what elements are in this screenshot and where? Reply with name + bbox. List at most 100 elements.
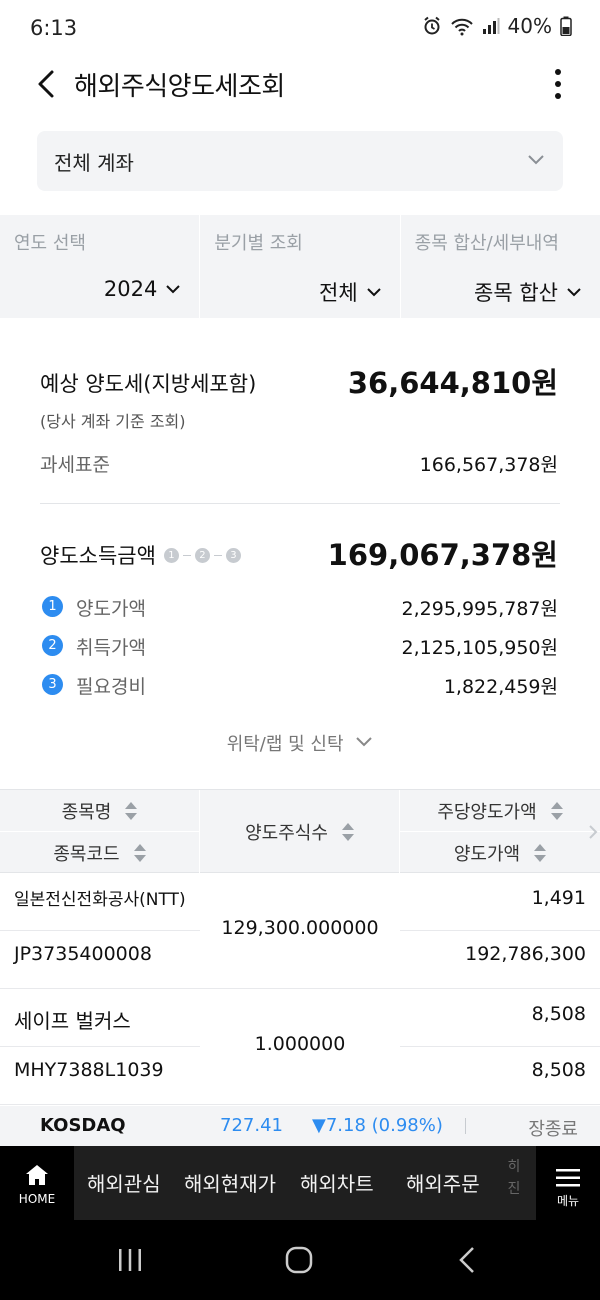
sort-icon [133, 844, 146, 862]
header-sale-value[interactable]: 양도가액 [400, 832, 600, 874]
per-share-price: 1,491 [531, 887, 586, 909]
sale-amount-row: 1 양도가액 2,295,995,787원 [40, 590, 560, 622]
market-status: 장종료 [528, 1119, 578, 1140]
filter-aggregation-value: 종목 합산 [474, 281, 558, 305]
stock-code: JP3735400008 [14, 943, 152, 965]
system-nav [0, 1220, 600, 1300]
home-circle-icon[interactable] [284, 1246, 314, 1274]
capital-gain-value: 169,067,378원 [327, 538, 558, 572]
page-title: 해외주식양도세조회 [74, 72, 285, 102]
scroll-right-icon[interactable] [588, 824, 598, 840]
ticker-index-name: KOSDAQ [40, 1115, 126, 1136]
step-1-icon: 1 [163, 547, 179, 563]
more-vertical-icon [555, 69, 561, 99]
nav-menu[interactable]: 메뉴 [536, 1146, 600, 1220]
expected-tax-value: 36,644,810원 [347, 366, 558, 400]
expected-tax-note: (당사 계좌 기준 조회) [40, 412, 186, 431]
divider [40, 503, 560, 504]
nav-partial-item[interactable]: 히진 [502, 1156, 526, 1200]
table-row[interactable]: 일본전신전화공사(NTT) JP3735400008 129,300.00000… [0, 873, 600, 989]
back-icon[interactable] [456, 1246, 480, 1274]
number-3-icon: 3 [42, 674, 63, 695]
nav-menu-label: 메뉴 [556, 1194, 580, 1208]
sale-value: 192,786,300 [465, 943, 586, 965]
nav-overseas-quote[interactable]: 해외현재가 [184, 1168, 276, 1197]
more-options-button[interactable] [546, 64, 570, 104]
filter-aggregation-caption: 종목 합산/세부내역 [414, 233, 559, 254]
status-time: 6:13 [30, 16, 78, 40]
account-dropdown-label: 전체 계좌 [54, 151, 134, 175]
market-ticker[interactable]: KOSDAQ 727.41 ▼7.18 (0.98%) 장종료 [0, 1106, 600, 1146]
acquisition-amount-value: 2,125,105,950원 [401, 637, 558, 659]
sort-icon [550, 801, 563, 820]
filter-aggregation[interactable]: 종목 합산/세부내역 종목 합산 [401, 215, 600, 318]
stock-code: MHY7388L1039 [14, 1059, 164, 1081]
expenses-value: 1,822,459원 [443, 676, 558, 698]
per-share-price: 8,508 [531, 1003, 586, 1025]
chevron-down-icon [567, 288, 581, 297]
sale-amount-label: 양도가액 [76, 598, 146, 620]
filter-quarter-caption: 분기별 조회 [214, 233, 303, 254]
nav-overseas-order[interactable]: 해외주문 [406, 1168, 480, 1197]
sort-icon [125, 801, 138, 820]
tax-base-value: 166,567,378원 [419, 454, 558, 476]
status-icons: 40% [422, 14, 572, 38]
alarm-icon [422, 16, 442, 36]
recent-apps-icon[interactable] [116, 1246, 144, 1274]
step-3-icon: 3 [225, 547, 241, 563]
tax-base-label: 과세표준 [40, 454, 110, 476]
sort-icon [341, 823, 354, 841]
filter-year[interactable]: 연도 선택 2024 [0, 215, 201, 318]
capital-gain-label: 양도소득금액 [40, 544, 156, 568]
chevron-down-icon [528, 155, 544, 165]
number-2-icon: 2 [42, 635, 63, 656]
battery-text: 40% [507, 14, 552, 38]
filter-year-caption: 연도 선택 [14, 233, 86, 254]
app-bar: 해외주식양도세조회 [0, 56, 600, 112]
holdings-table: 종목명 종목코드 양도주식수 주당양도가액 양도가액 일본전신전화공사(NTT)… [0, 789, 600, 1105]
nav-home[interactable]: HOME [0, 1146, 74, 1220]
account-dropdown[interactable]: 전체 계좌 [37, 131, 563, 191]
sale-value: 8,508 [531, 1059, 586, 1081]
wifi-icon [450, 16, 474, 36]
sell-quantity: 1.000000 [254, 1033, 346, 1055]
expenses-label: 필요경비 [76, 676, 146, 698]
home-icon [26, 1165, 48, 1185]
ticker-change: ▼7.18 (0.98%) [312, 1115, 443, 1136]
stock-name: 일본전신전화공사(NTT) [14, 890, 186, 910]
chevron-down-icon [166, 285, 181, 294]
filter-quarter-value: 전체 [319, 281, 358, 305]
header-quantity[interactable]: 양도주식수 [200, 790, 399, 874]
ticker-price: 727.41 [220, 1115, 283, 1136]
signal-icon [482, 17, 500, 35]
expenses-row: 3 필요경비 1,822,459원 [40, 668, 560, 700]
header-stock-name[interactable]: 종목명 [0, 790, 199, 831]
sale-amount-value: 2,295,995,787원 [401, 598, 558, 620]
formula-steps: 1 2 3 [163, 547, 241, 563]
back-button[interactable] [30, 64, 70, 104]
capital-gain-label-group: 양도소득금액 1 2 3 [40, 540, 241, 570]
acquisition-amount-row: 2 취득가액 2,125,105,950원 [40, 629, 560, 661]
back-arrow-icon [38, 70, 54, 98]
status-bar: 6:13 40% [0, 0, 600, 56]
nav-overseas-watchlist[interactable]: 해외관심 [87, 1168, 161, 1197]
expected-tax-label: 예상 양도세(지방세포함) [40, 372, 257, 396]
sell-quantity: 129,300.000000 [221, 917, 379, 939]
trust-wrap-toggle-label: 위탁/랩 및 신탁 [226, 734, 344, 755]
nav-home-label: HOME [18, 1192, 56, 1206]
nav-overseas-chart[interactable]: 해외차트 [300, 1168, 374, 1197]
acquisition-amount-label: 취득가액 [76, 637, 146, 659]
sort-icon [534, 844, 547, 862]
trust-wrap-toggle[interactable]: 위탁/랩 및 신탁 [0, 730, 600, 756]
filter-bar: 연도 선택 2024 분기별 조회 전체 종목 합산/세부내역 종목 합산 [0, 215, 600, 318]
filter-year-value: 2024 [103, 277, 158, 301]
chevron-down-icon [349, 733, 373, 754]
header-per-share-price[interactable]: 주당양도가액 [400, 790, 600, 831]
bottom-nav: HOME 해외관심 해외현재가 해외차트 해외주문 히진 메뉴 [0, 1146, 600, 1220]
filter-quarter[interactable]: 분기별 조회 전체 [200, 215, 401, 318]
battery-icon [560, 16, 572, 36]
header-stock-code[interactable]: 종목코드 [0, 832, 199, 874]
step-2-icon: 2 [194, 547, 210, 563]
table-row[interactable]: 세이프 벌커스 MHY7388L1039 1.000000 8,508 8,50… [0, 989, 600, 1105]
menu-icon [556, 1169, 580, 1187]
